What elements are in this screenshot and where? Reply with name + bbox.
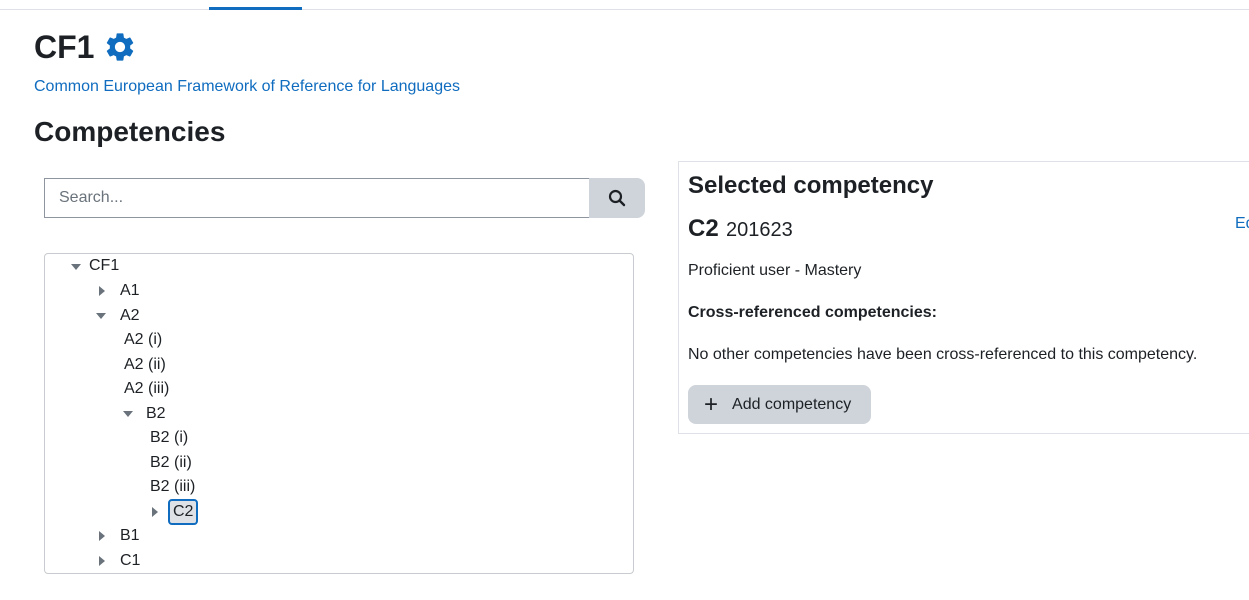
top-nav-divider [0,9,1249,10]
crossref-heading: Cross-referenced competencies: [688,304,937,321]
gear-icon[interactable] [103,30,137,64]
tree-node-c2-selected[interactable]: C2 [168,499,199,525]
tree-node-a2-ii[interactable]: A2 (ii) [124,355,166,375]
active-tab-indicator [209,7,302,10]
collapsed-caret-icon[interactable] [99,286,105,296]
tree-node-b2-iii[interactable]: B2 (iii) [150,477,195,497]
tree-node-a1[interactable]: A1 [120,281,140,301]
search-input[interactable] [44,178,589,218]
collapsed-caret-icon[interactable] [99,556,105,566]
competency-description: Proficient user - Mastery [688,262,862,279]
page-title: CF1 [34,29,95,65]
framework-header: CF1 [34,28,137,66]
expanded-caret-icon[interactable] [123,411,133,417]
crossref-empty-message: No other competencies have been cross-re… [688,346,1198,363]
selected-competency-panel: Selected competency C2 201623 Ed Profici… [678,161,1249,434]
plus-icon: + [704,390,719,418]
collapsed-caret-icon[interactable] [99,531,105,541]
expanded-caret-icon[interactable] [96,313,106,319]
tree-node-b1[interactable]: B1 [120,526,140,546]
search-icon [608,189,626,207]
collapsed-caret-icon[interactable] [152,507,158,517]
competency-tree: CF1 A1 A2 A2 (i) A2 (ii) A2 (iii) B2 B2 … [44,253,634,574]
competency-shortname: C2 [688,215,719,242]
competency-idnumber: 201623 [726,219,793,241]
expanded-caret-icon[interactable] [71,264,81,270]
tree-node-b2[interactable]: B2 [146,404,166,424]
tree-node-b2-ii[interactable]: B2 (ii) [150,453,192,473]
tree-node-cf1[interactable]: CF1 [89,256,119,276]
edit-link[interactable]: Ed [1235,215,1249,233]
search-button[interactable] [589,178,645,218]
tree-node-a2[interactable]: A2 [120,306,140,326]
section-title: Competencies [34,116,226,147]
framework-fullname-link[interactable]: Common European Framework of Reference f… [34,78,460,96]
add-competency-button[interactable]: + Add competency [688,385,871,424]
tree-node-a2-i[interactable]: A2 (i) [124,330,162,350]
tree-node-a2-iii[interactable]: A2 (iii) [124,379,169,399]
tree-node-b2-i[interactable]: B2 (i) [150,428,188,448]
search-bar [44,178,645,218]
panel-title: Selected competency [688,172,934,199]
add-competency-label: Add competency [732,395,852,413]
tree-node-c1[interactable]: C1 [120,551,140,571]
